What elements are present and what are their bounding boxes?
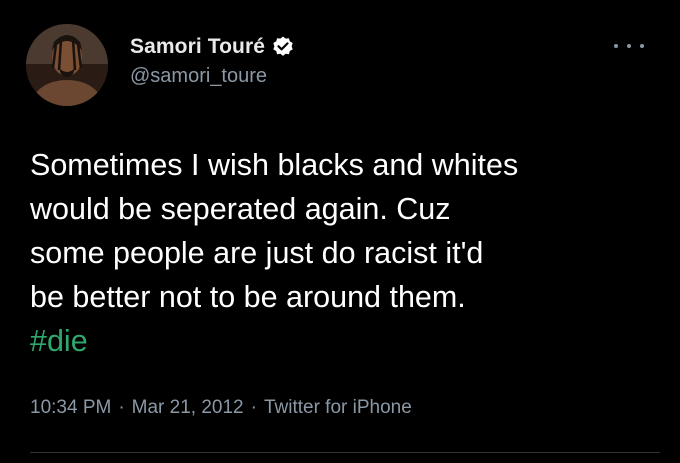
tweet-meta: 10:34 PM · Mar 21, 2012 · Twitter for iP…: [30, 397, 412, 419]
author-block: Samori Touré @samori_toure: [130, 34, 295, 88]
tweet-time[interactable]: 10:34 PM: [30, 397, 111, 419]
display-name[interactable]: Samori Touré: [130, 35, 265, 59]
avatar-image: [26, 24, 108, 106]
more-dot: [627, 44, 631, 48]
more-horizontal-icon[interactable]: [614, 40, 644, 52]
more-dot: [640, 44, 644, 48]
name-row: Samori Touré: [130, 34, 295, 60]
tweet-text: Sometimes I wish blacks and whites would…: [30, 143, 670, 363]
tweet-text-body: Sometimes I wish blacks and whites would…: [30, 148, 519, 314]
more-dot: [614, 44, 618, 48]
tweet-source[interactable]: Twitter for iPhone: [264, 397, 412, 419]
hashtag-link[interactable]: #die: [30, 324, 88, 358]
avatar[interactable]: [26, 24, 108, 106]
meta-separator: ·: [250, 397, 257, 418]
handle[interactable]: @samori_toure: [130, 65, 295, 88]
tweet-date[interactable]: Mar 21, 2012: [132, 397, 244, 419]
divider: [30, 452, 660, 453]
meta-separator: ·: [118, 397, 125, 418]
tweet: Samori Touré @samori_toure Sometimes I w…: [0, 0, 680, 463]
verified-badge-icon: [271, 35, 295, 59]
